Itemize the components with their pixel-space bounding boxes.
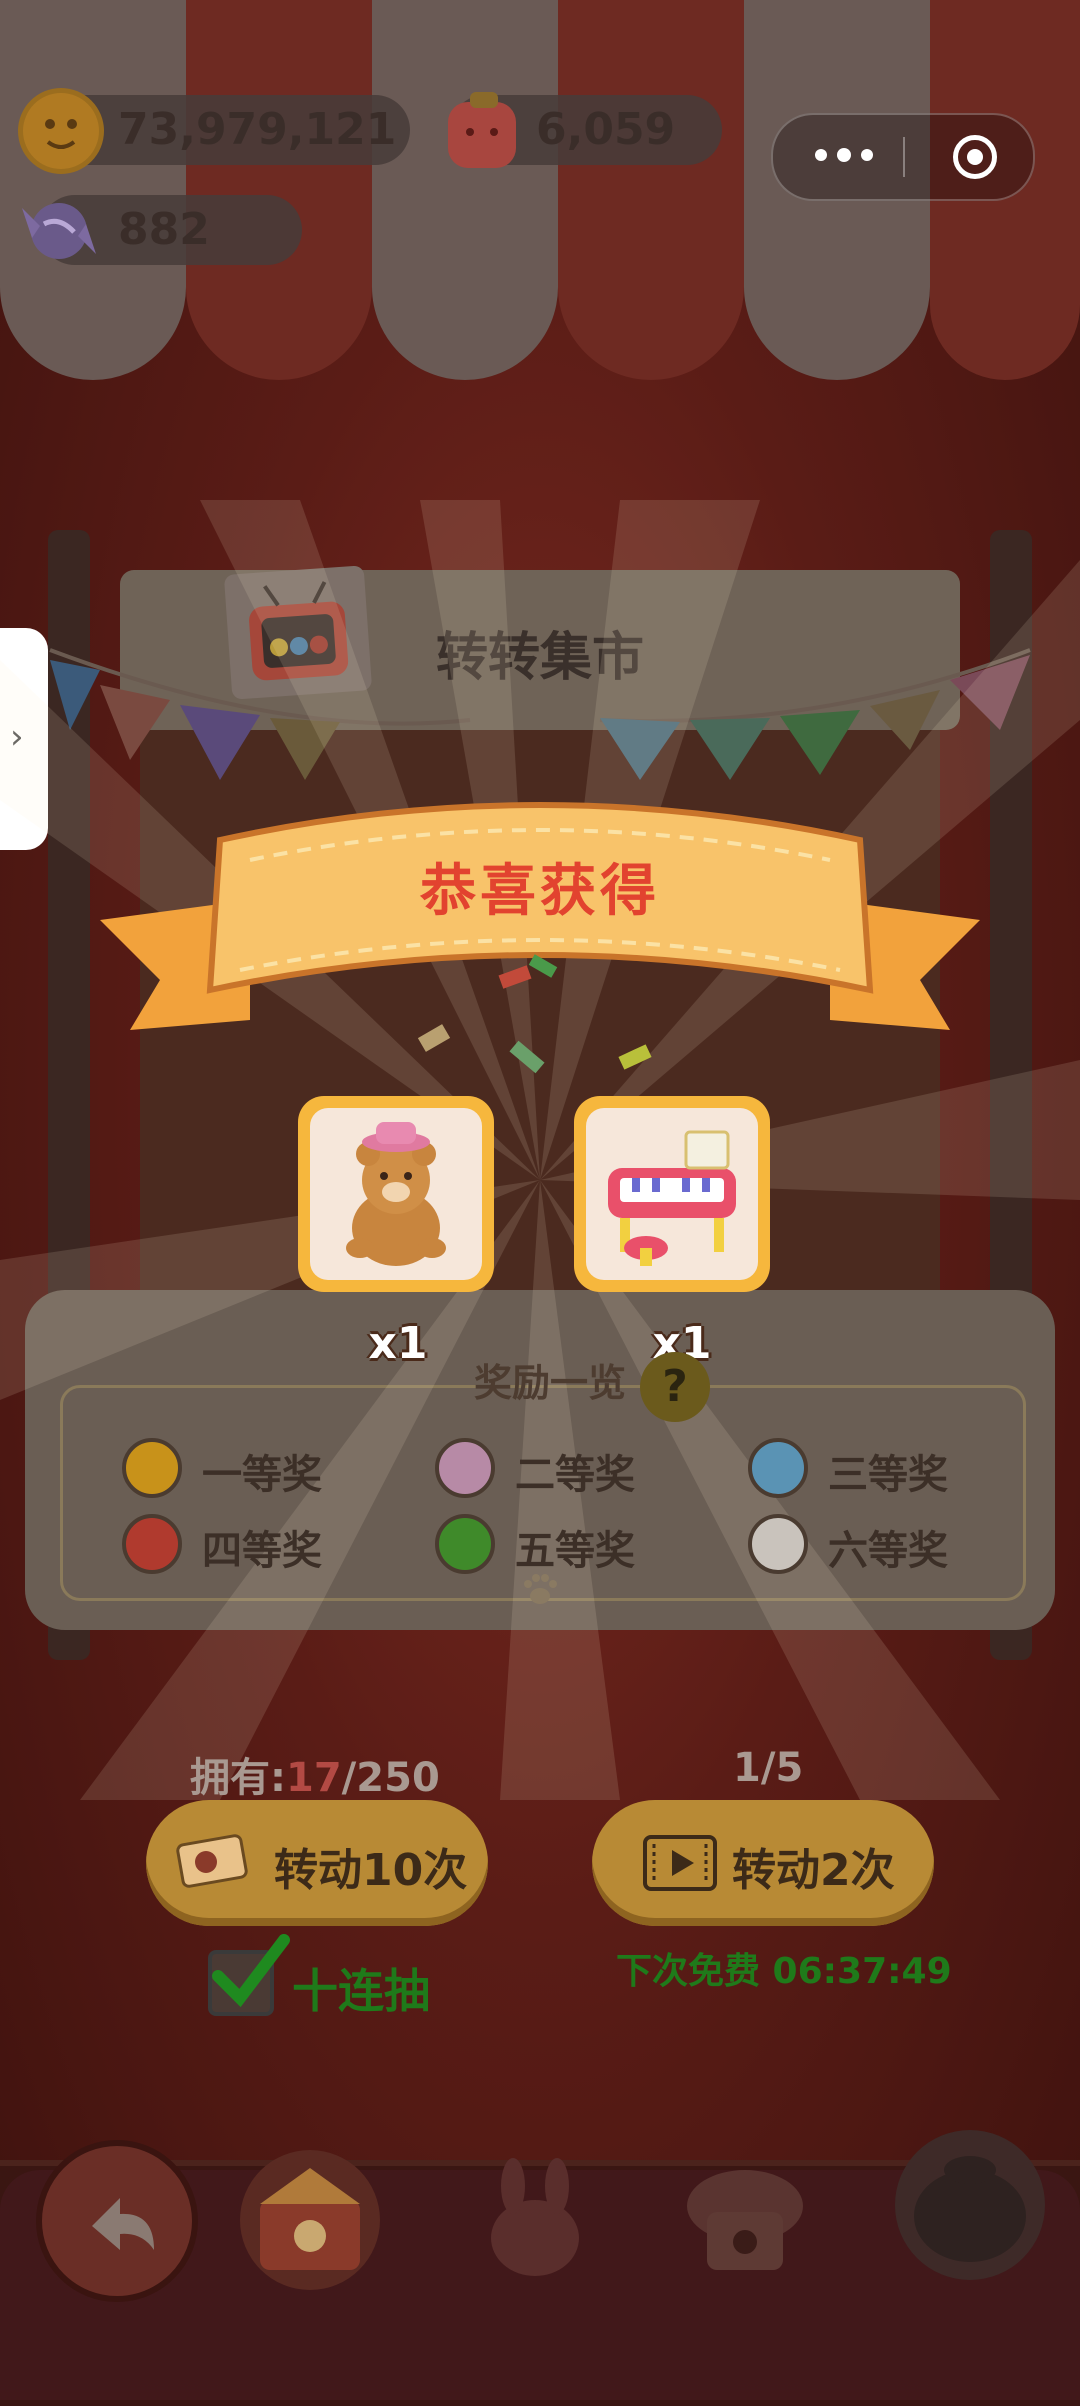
spin-10-button[interactable]: 转动10次	[146, 1800, 488, 1926]
bag-icon	[914, 2156, 1026, 2262]
prize-ball-icon	[748, 1514, 808, 1574]
ticket-count: 拥有:17/250	[190, 1745, 440, 1803]
prize-ball-icon	[435, 1514, 495, 1574]
toy-piano-icon	[586, 1108, 758, 1280]
prize-tier-label: 一等奖	[202, 1452, 322, 1498]
back-arrow-icon	[92, 2198, 154, 2250]
reward-card-teddy-bear[interactable]	[298, 1096, 494, 1292]
cookie-icon	[18, 88, 104, 174]
congrats-title: 恭喜获得	[420, 859, 660, 924]
own-current: 17	[286, 1755, 342, 1801]
house-icon	[687, 2170, 803, 2270]
checkmark-icon	[212, 1934, 290, 2008]
nav-carousel-stall[interactable]	[240, 2150, 380, 2290]
capsule-divider	[903, 137, 905, 177]
prize-ball-icon	[122, 1438, 182, 1498]
free-spin-count: 1/5	[733, 1745, 804, 1791]
help-icon[interactable]: ?	[640, 1352, 710, 1422]
prize-tier-label: 五等奖	[515, 1528, 635, 1574]
awning-stripe	[372, 0, 558, 380]
cookie-value: 73,979,121	[118, 104, 397, 155]
nav-rabbit[interactable]	[465, 2150, 605, 2290]
carousel-stall-icon	[260, 2168, 360, 2270]
nav-bag[interactable]	[895, 2130, 1045, 2280]
prize-ball-icon	[435, 1438, 495, 1498]
awning-stripe	[186, 0, 372, 380]
gem-value: 882	[118, 204, 210, 255]
own-total: /250	[341, 1755, 440, 1801]
prize-ball-icon	[122, 1514, 182, 1574]
prize-ball-icon	[748, 1438, 808, 1498]
candy-value: 6,059	[536, 104, 676, 155]
free-spin-timer: 下次免费 06:37:49	[616, 1951, 952, 1992]
own-label: 拥有:	[190, 1755, 286, 1801]
awning-stripe	[558, 0, 744, 380]
prize-tier-label: 三等奖	[828, 1452, 948, 1498]
prize-tier-label: 二等奖	[515, 1452, 635, 1498]
teddy-bear-icon	[310, 1108, 482, 1280]
spin-10-label: 转动10次	[274, 1845, 468, 1896]
wrapped-candy-icon	[14, 188, 104, 274]
confetti	[417, 954, 652, 1074]
mini-program-capsule	[771, 113, 1035, 201]
ten-pull-label: 十连抽	[292, 1964, 430, 2018]
video-ad-icon	[642, 1834, 718, 1892]
reward-card-toy-piano[interactable]	[574, 1096, 770, 1292]
back-button[interactable]	[36, 2140, 198, 2302]
paw-icon	[520, 1572, 560, 1608]
nav-house[interactable]	[675, 2150, 815, 2290]
prize-tier-label: 四等奖	[202, 1528, 322, 1574]
prize-tier-label: 六等奖	[828, 1528, 948, 1574]
spin-2-label: 转动2次	[732, 1845, 895, 1896]
spin-2-ad-button[interactable]: 转动2次	[592, 1800, 934, 1926]
rabbit-icon	[491, 2158, 579, 2276]
target-icon[interactable]	[953, 135, 997, 179]
jelly-candy-icon	[440, 86, 524, 176]
more-dots-icon[interactable]	[815, 145, 875, 165]
ticket-icon	[176, 1830, 248, 1892]
